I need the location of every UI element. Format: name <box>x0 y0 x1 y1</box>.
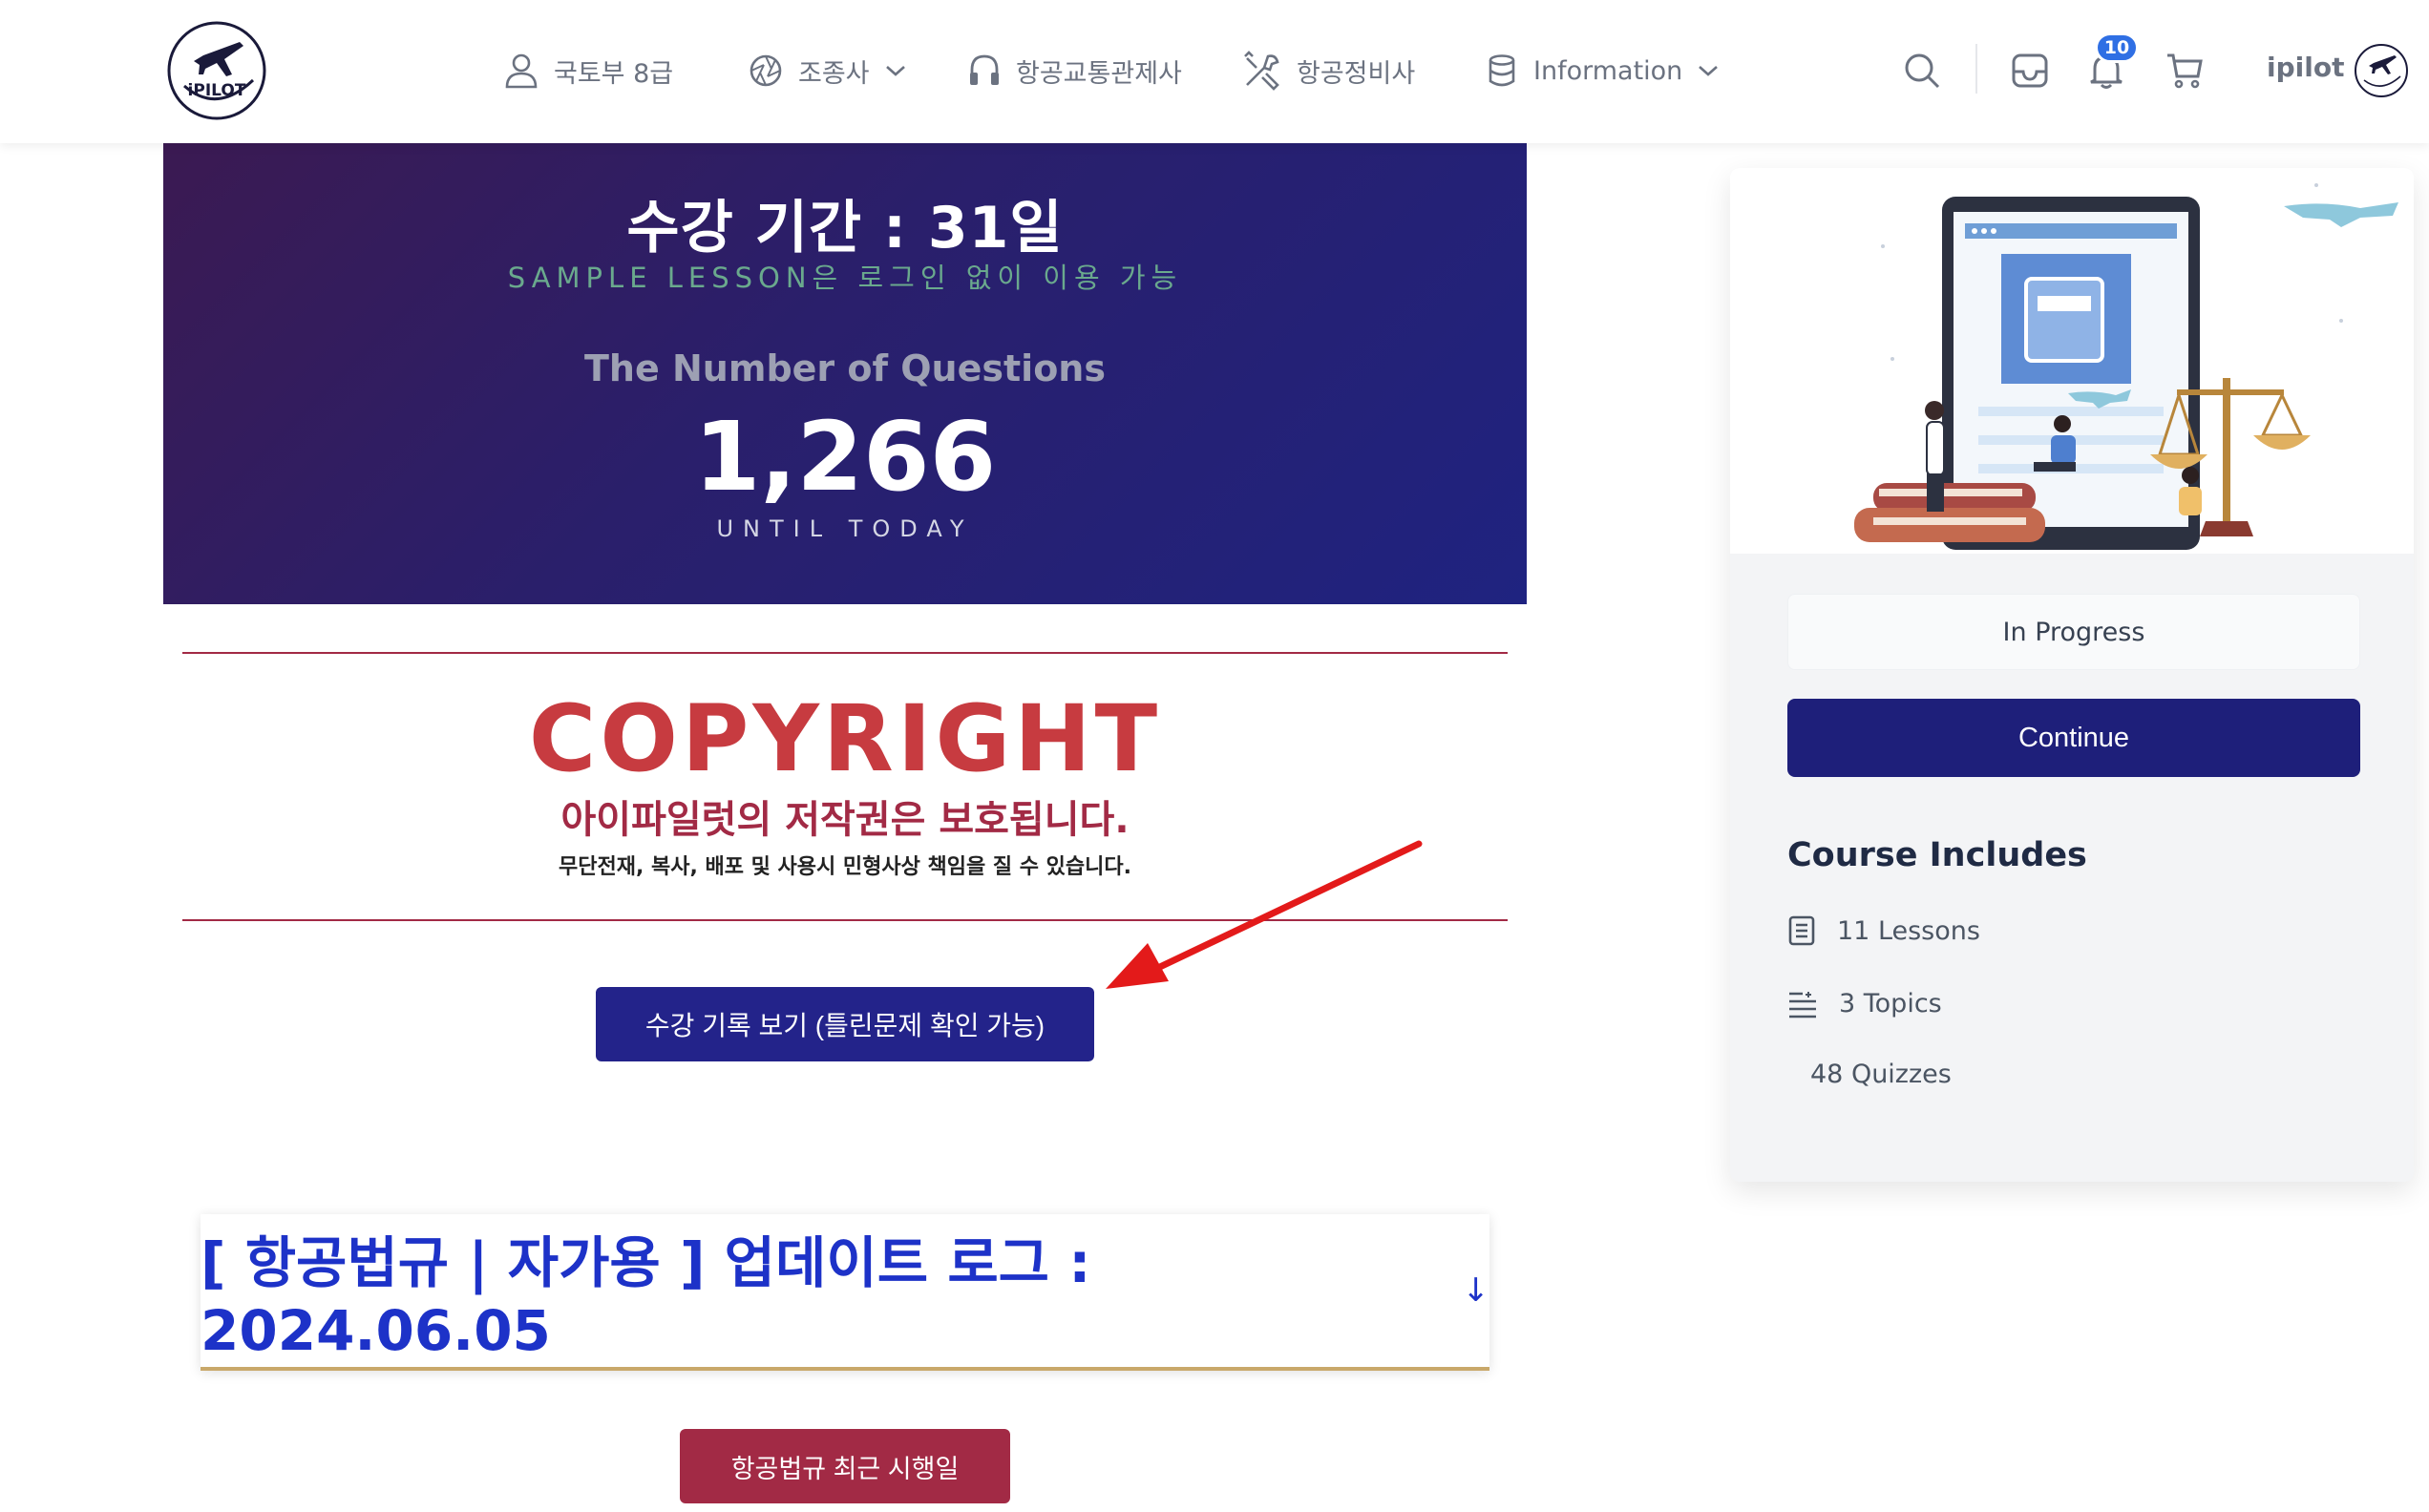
tools-icon <box>1244 51 1279 91</box>
course-sidebar: In Progress Continue Course Includes 11 … <box>1730 168 2414 1182</box>
list-icon <box>1789 991 1816 1018</box>
copyright-subtitle: 아이파일럿의 저작권은 보호됩니다. <box>560 798 1130 842</box>
nav-item-pilot[interactable]: 조종사 <box>749 46 906 95</box>
nav-label: 조종사 <box>798 58 870 89</box>
update-log-title: [ 항공법규 | 자가용 ] 업데이트 로그 : 2024.06.05 <box>201 1230 1091 1363</box>
copyright-title: COPYRIGHT <box>528 685 1162 792</box>
notification-badge: 10 <box>2095 32 2139 63</box>
logo-text: iPILOT <box>188 81 246 100</box>
update-log-card: [ 항공법규 | 자가용 ] 업데이트 로그 : 2024.06.05 ↓ <box>201 1214 1489 1371</box>
aperture-icon <box>750 54 782 87</box>
nav-label: 항공교통관제사 <box>1016 58 1182 89</box>
questions-label: The Number of Questions <box>584 347 1106 389</box>
nav-item-mechanic[interactable]: 항공정비사 <box>1241 46 1415 95</box>
view-history-button[interactable]: 수강 기록 보기 (틀린문제 확인 가능) <box>596 987 1094 1061</box>
recent-effective-date-button[interactable]: 항공법규 최근 시행일 <box>680 1429 1010 1503</box>
progress-status: In Progress <box>1787 594 2360 670</box>
username[interactable]: ipilot <box>2267 52 2344 83</box>
include-lessons: 11 Lessons <box>1787 914 1980 947</box>
database-icon <box>1489 54 1515 87</box>
include-lessons-label: 11 Lessons <box>1837 915 1980 946</box>
search-icon[interactable] <box>1895 44 1949 97</box>
continue-button[interactable]: Continue <box>1787 699 2360 777</box>
include-topics-label: 3 Topics <box>1839 989 1942 1018</box>
course-illustration <box>1730 168 2414 554</box>
questions-count: 1,266 <box>693 401 997 513</box>
nav-label: Information <box>1533 55 1683 86</box>
nav-item-atc[interactable]: 항공교통관제사 <box>968 46 1182 95</box>
inbox-icon[interactable] <box>2003 44 2057 97</box>
nav-label: 국토부 8급 <box>554 58 674 89</box>
chevron-down-icon <box>885 66 905 76</box>
site-header: iPILOT 국토부 8급 조종사 항공교통관제사 항공정비사 Informat… <box>0 0 2429 143</box>
user-icon <box>505 53 538 89</box>
course-period: 수강 기간 : 31일 <box>626 195 1064 262</box>
sample-lesson-note: SAMPLE LESSON은 로그인 없이 이용 가능 <box>507 262 1183 294</box>
include-quizzes: 48 Quizzes <box>1810 1060 1952 1089</box>
include-quizzes-label: 48 Quizzes <box>1810 1060 1952 1089</box>
red-arrow-annotation <box>1106 840 1423 989</box>
avatar[interactable] <box>2353 42 2410 99</box>
cart-icon[interactable] <box>2158 44 2211 97</box>
hero-banner: 수강 기간 : 31일 SAMPLE LESSON은 로그인 없이 이용 가능 … <box>163 143 1527 604</box>
ipilot-logo[interactable]: iPILOT <box>165 19 268 122</box>
nav-item-8th-grade[interactable]: 국토부 8급 <box>504 46 673 95</box>
nav-label: 항공정비사 <box>1297 58 1416 89</box>
divider-top <box>182 652 1508 654</box>
copyright-note: 무단전재, 복사, 배포 및 사용시 민형사상 책임을 질 수 있습니다. <box>558 855 1131 879</box>
chevron-down-icon <box>1699 66 1719 76</box>
until-today-label: UNTIL TODAY <box>716 515 974 542</box>
include-topics: 3 Topics <box>1787 989 1942 1018</box>
course-includes-title: Course Includes <box>1787 836 2087 874</box>
header-divider <box>1975 44 1977 94</box>
nav-item-information[interactable]: Information <box>1486 46 1719 95</box>
headphones-icon <box>970 54 999 85</box>
document-icon <box>1788 915 1815 946</box>
arrow-down-icon: ↓ <box>1462 1271 1490 1310</box>
